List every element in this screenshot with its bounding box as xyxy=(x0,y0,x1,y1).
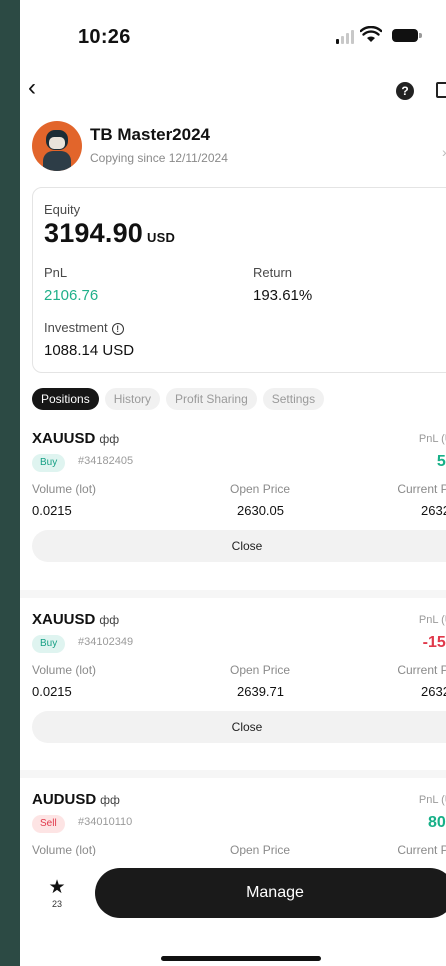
candlestick-icon: фф xyxy=(99,432,120,446)
candlestick-icon: фф xyxy=(100,793,120,807)
side-badge: Buy xyxy=(32,454,66,472)
info-icon[interactable]: ! xyxy=(111,322,124,335)
cellular-signal-icon xyxy=(336,30,354,44)
status-time: 10:26 xyxy=(78,26,131,48)
battery-tip xyxy=(419,33,422,38)
volume-label: Volume (lot) xyxy=(32,843,97,857)
open-price-label: Open Price xyxy=(230,843,291,857)
side-badge: Buy xyxy=(32,635,66,653)
favorite-count: 23 xyxy=(51,899,62,909)
pnl-header: PnL (USD xyxy=(418,433,446,445)
section-divider xyxy=(20,770,446,778)
section-divider xyxy=(20,590,446,598)
position-symbol: AUDUSD xyxy=(32,791,97,808)
avatar-face xyxy=(49,137,65,149)
current-price-label: Current Price xyxy=(397,663,446,677)
manage-button[interactable]: Manage xyxy=(95,868,446,918)
help-icon[interactable]: ? xyxy=(396,82,414,100)
open-price-label: Open Price xyxy=(230,663,291,677)
equity-label: Equity xyxy=(44,202,81,217)
status-bar: 10:26 xyxy=(20,0,446,70)
pnl-header: PnL (USD xyxy=(418,614,446,626)
open-price-value: 2639.71 xyxy=(237,684,284,699)
copying-since: Copying since 12/11/2024 xyxy=(90,151,228,165)
back-icon[interactable]: ‹ xyxy=(28,76,36,100)
investment-value: 1088.14 USD xyxy=(44,342,135,359)
position-symbol: XAUUSD xyxy=(32,611,96,628)
ticket-number: #34010110 xyxy=(78,816,133,828)
volume-value: 0.0215 xyxy=(32,684,72,699)
avatar xyxy=(32,121,82,171)
star-icon: ★ xyxy=(48,877,66,898)
avatar-body xyxy=(43,151,71,171)
battery-icon xyxy=(392,29,418,42)
favorite-button[interactable]: ★ 23 xyxy=(42,878,72,909)
return-value: 193.61% xyxy=(253,287,313,304)
app-screen: 10:26 ‹ ? TB Master2024 Copying since 12… xyxy=(20,0,446,966)
position-symbol-row: XAUUSD фф xyxy=(32,430,119,447)
chevron-right-icon[interactable]: › xyxy=(442,144,446,160)
close-position-button[interactable]: Close xyxy=(32,530,446,562)
tab-bar: Positions History Profit Sharing Setting… xyxy=(32,388,325,410)
open-price-label: Open Price xyxy=(230,482,291,496)
volume-label: Volume (lot) xyxy=(32,663,97,677)
equity-currency: USD xyxy=(147,230,176,245)
side-badge: Sell xyxy=(32,815,65,833)
candlestick-icon: фф xyxy=(99,613,120,627)
trader-name: TB Master2024 xyxy=(90,125,211,144)
tab-positions[interactable]: Positions xyxy=(32,388,99,410)
equity-value-row: 3194.90 USD xyxy=(44,218,175,249)
volume-label: Volume (lot) xyxy=(32,482,97,496)
current-price-label: Current Price xyxy=(397,482,446,496)
investment-label: Investment xyxy=(44,320,108,335)
pnl-header: PnL (USD xyxy=(418,794,446,806)
wifi-icon xyxy=(360,26,382,42)
position-symbol-row: AUDUSD фф xyxy=(32,791,120,808)
pnl-value: 2106.76 xyxy=(44,287,99,304)
tab-settings[interactable]: Settings xyxy=(262,388,325,410)
home-indicator xyxy=(161,956,321,961)
close-position-button[interactable]: Close xyxy=(32,711,446,743)
current-price-label: Current Price xyxy=(397,843,446,857)
ticket-number: #34102349 xyxy=(78,636,134,648)
position-symbol: XAUUSD xyxy=(32,430,96,447)
tab-history[interactable]: History xyxy=(104,388,161,410)
tab-profit-sharing[interactable]: Profit Sharing xyxy=(166,388,257,410)
current-price-value: 2632.68 xyxy=(421,503,446,518)
open-price-value: 2630.05 xyxy=(237,503,284,518)
ticket-number: #34182405 xyxy=(78,455,134,467)
position-pnl: 80.86 xyxy=(427,814,446,831)
current-price-value: 2632.68 xyxy=(421,684,446,699)
position-pnl: 5.65 xyxy=(436,453,446,470)
equity-value: 3194.90 xyxy=(44,218,143,248)
share-icon[interactable] xyxy=(436,82,446,98)
pnl-label: PnL xyxy=(44,265,68,280)
position-pnl: -15.12 xyxy=(422,634,446,651)
position-symbol-row: XAUUSD фф xyxy=(32,611,119,628)
investment-label-row: Investment! xyxy=(44,320,124,335)
volume-value: 0.0215 xyxy=(32,503,72,518)
return-label: Return xyxy=(253,265,293,280)
